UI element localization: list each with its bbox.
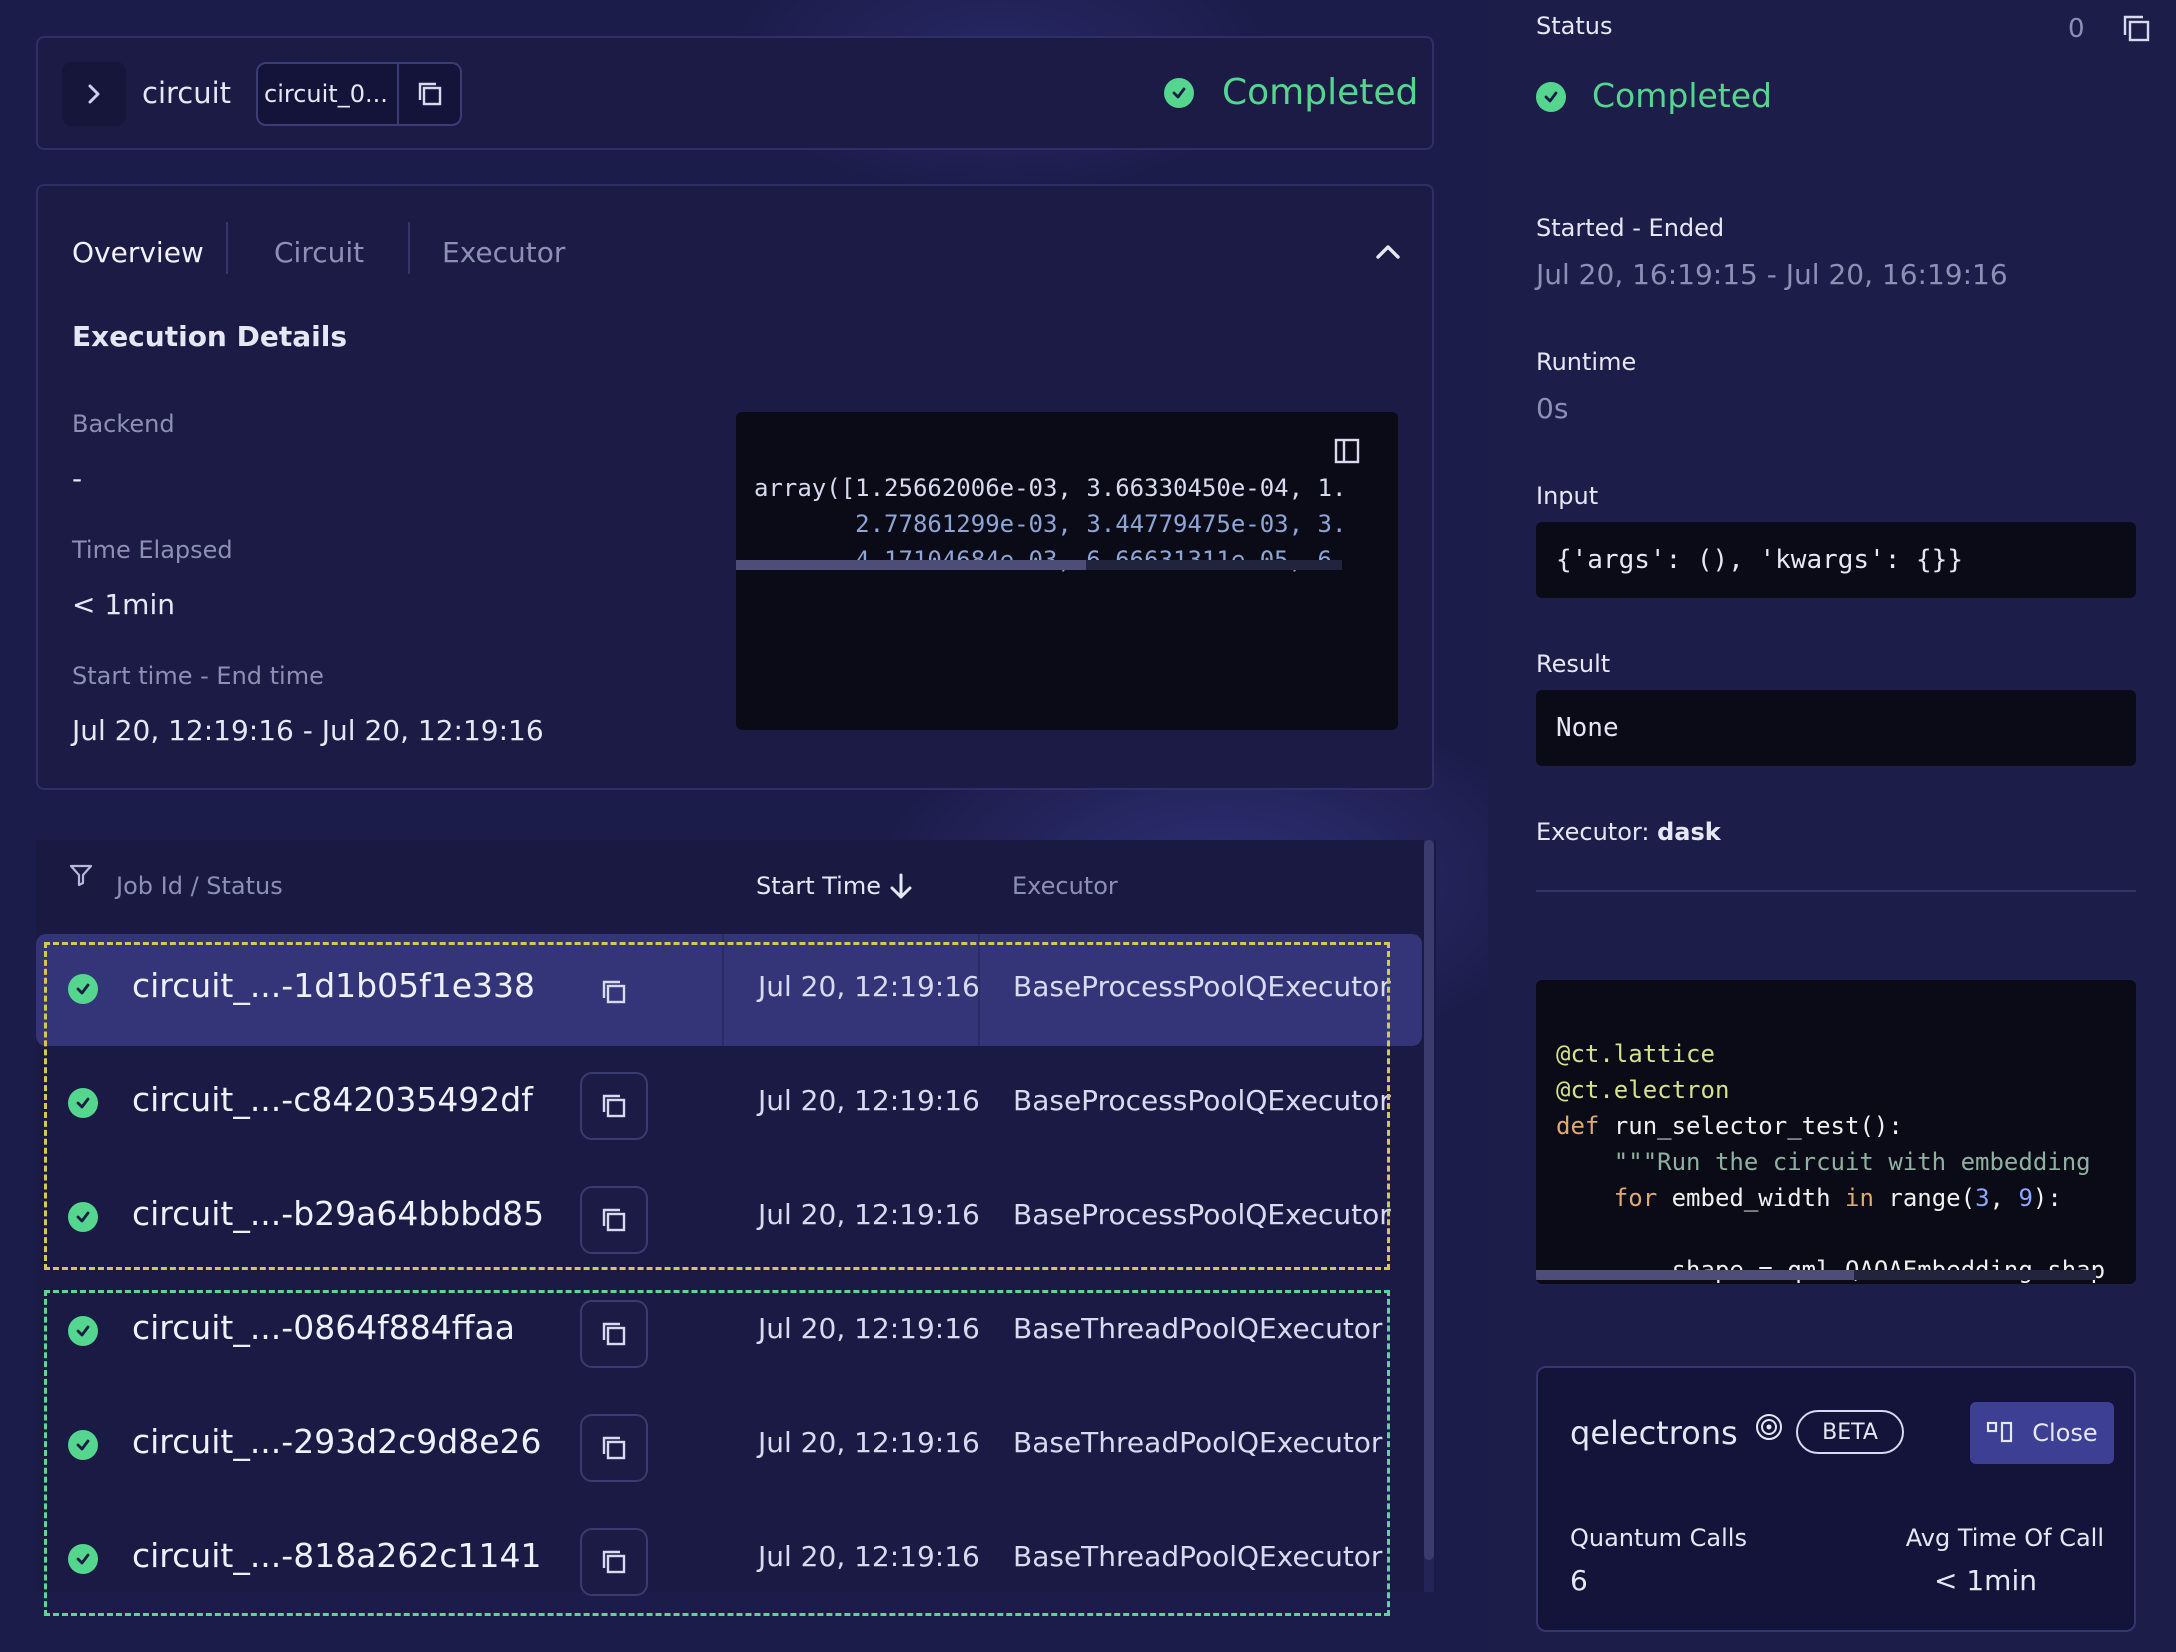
result-value: None bbox=[1536, 690, 2136, 766]
range-label: Start time - End time bbox=[72, 662, 324, 690]
copy-icon bbox=[418, 82, 441, 106]
qelectron-icon bbox=[1756, 1414, 1782, 1440]
chevron-right-icon bbox=[88, 84, 100, 104]
avg-value: < 1min bbox=[1934, 1564, 2037, 1597]
source-code-block: @ct.lattice @ct.electron def run_selector_… bbox=[1536, 980, 2136, 1284]
status-check-icon bbox=[1164, 78, 1194, 108]
expand-sidebar-button[interactable] bbox=[62, 62, 126, 126]
code-line: @ct.lattice bbox=[1556, 1040, 1715, 1068]
executor-label: Executor: bbox=[1536, 818, 1650, 846]
result-label: Result bbox=[1536, 650, 1611, 678]
status-value: Completed bbox=[1592, 76, 1772, 115]
code-line: array([1.25662006e-03, 3.66330450e-04, 1… bbox=[754, 474, 1347, 502]
col-executor-header[interactable]: Executor bbox=[1012, 872, 1118, 900]
copy-icon[interactable] bbox=[2120, 12, 2152, 44]
count-badge: 0 bbox=[2068, 14, 2085, 44]
runtime-value: 0s bbox=[1536, 392, 1569, 425]
code-line: """Run the circuit with embedding bbox=[1613, 1148, 2091, 1176]
tab-executor[interactable]: Executor bbox=[442, 236, 565, 269]
executor-value: dask bbox=[1657, 818, 1721, 846]
input-value: {'args': (), 'kwargs': {}} bbox=[1536, 522, 2136, 598]
filter-icon[interactable] bbox=[68, 862, 94, 888]
status-label: Completed bbox=[1222, 72, 1419, 113]
calls-label: Quantum Calls bbox=[1570, 1524, 1747, 1552]
started-label: Started - Ended bbox=[1536, 214, 1725, 242]
qelectrons-title: qelectrons bbox=[1570, 1414, 1738, 1452]
dispatch-id: circuit_0... bbox=[264, 80, 388, 108]
status-check-icon bbox=[1536, 82, 1566, 112]
avg-label: Avg Time Of Call bbox=[1905, 1524, 2104, 1552]
code-line: 2.77861299e-03, 3.44779475e-03, 3. bbox=[754, 510, 1347, 538]
chevron-up-icon[interactable] bbox=[1374, 240, 1402, 264]
header-bar: circuit circuit_0... Completed bbox=[36, 36, 1434, 150]
close-qelectrons-button[interactable]: Close bbox=[1970, 1402, 2114, 1464]
tab-circuit[interactable]: Circuit bbox=[274, 236, 364, 269]
qelectrons-card: qelectrons BETA Close Quantum Calls 6 Av… bbox=[1536, 1366, 2136, 1632]
executor-row: Executor: dask bbox=[1536, 818, 1721, 846]
tab-overview[interactable]: Overview bbox=[72, 236, 204, 269]
range-value: Jul 20, 12:19:16 - Jul 20, 12:19:16 bbox=[72, 714, 544, 747]
sort-arrow-down-icon[interactable] bbox=[888, 872, 914, 902]
code-line: @ct.electron bbox=[1556, 1076, 1730, 1104]
backend-label: Backend bbox=[72, 410, 175, 438]
copy-id-button[interactable] bbox=[399, 79, 460, 109]
node-details-panel: Status 0 Completed Started - Ended Jul 2… bbox=[1488, 0, 2176, 1652]
code-line: def run_selector_test(): bbox=[1556, 1112, 1903, 1140]
page-title: circuit bbox=[142, 76, 232, 110]
backend-value: - bbox=[72, 462, 83, 495]
dispatch-id-pill[interactable]: circuit_0... bbox=[256, 62, 462, 126]
horizontal-scrollbar[interactable] bbox=[1536, 1270, 2096, 1280]
divider bbox=[1536, 890, 2136, 892]
thread-pool-group-outline bbox=[44, 1290, 1390, 1616]
input-label: Input bbox=[1536, 482, 1599, 510]
panel-collapse-icon bbox=[1987, 1421, 2013, 1443]
table-scrollbar[interactable] bbox=[1424, 840, 1434, 1592]
status-label: Status bbox=[1536, 12, 1613, 40]
beta-badge: BETA bbox=[1796, 1410, 1904, 1454]
elapsed-value: < 1min bbox=[72, 588, 175, 621]
section-title: Execution Details bbox=[72, 320, 347, 353]
copy-code-icon[interactable] bbox=[1334, 438, 1360, 464]
started-value: Jul 20, 16:19:15 - Jul 20, 16:19:16 bbox=[1536, 258, 2008, 291]
horizontal-scrollbar[interactable] bbox=[736, 560, 1342, 570]
process-pool-group-outline bbox=[44, 942, 1390, 1270]
elapsed-label: Time Elapsed bbox=[72, 536, 233, 564]
result-code-block: array([1.25662006e-03, 3.66330450e-04, 1… bbox=[736, 412, 1398, 730]
runtime-label: Runtime bbox=[1536, 348, 1637, 376]
close-label: Close bbox=[2032, 1419, 2098, 1447]
calls-value: 6 bbox=[1570, 1564, 1588, 1597]
col-job-header[interactable]: Job Id / Status bbox=[116, 872, 283, 900]
code-line: for embed_width in range(3, 9): bbox=[1613, 1184, 2062, 1212]
col-start-header[interactable]: Start Time bbox=[756, 872, 881, 900]
